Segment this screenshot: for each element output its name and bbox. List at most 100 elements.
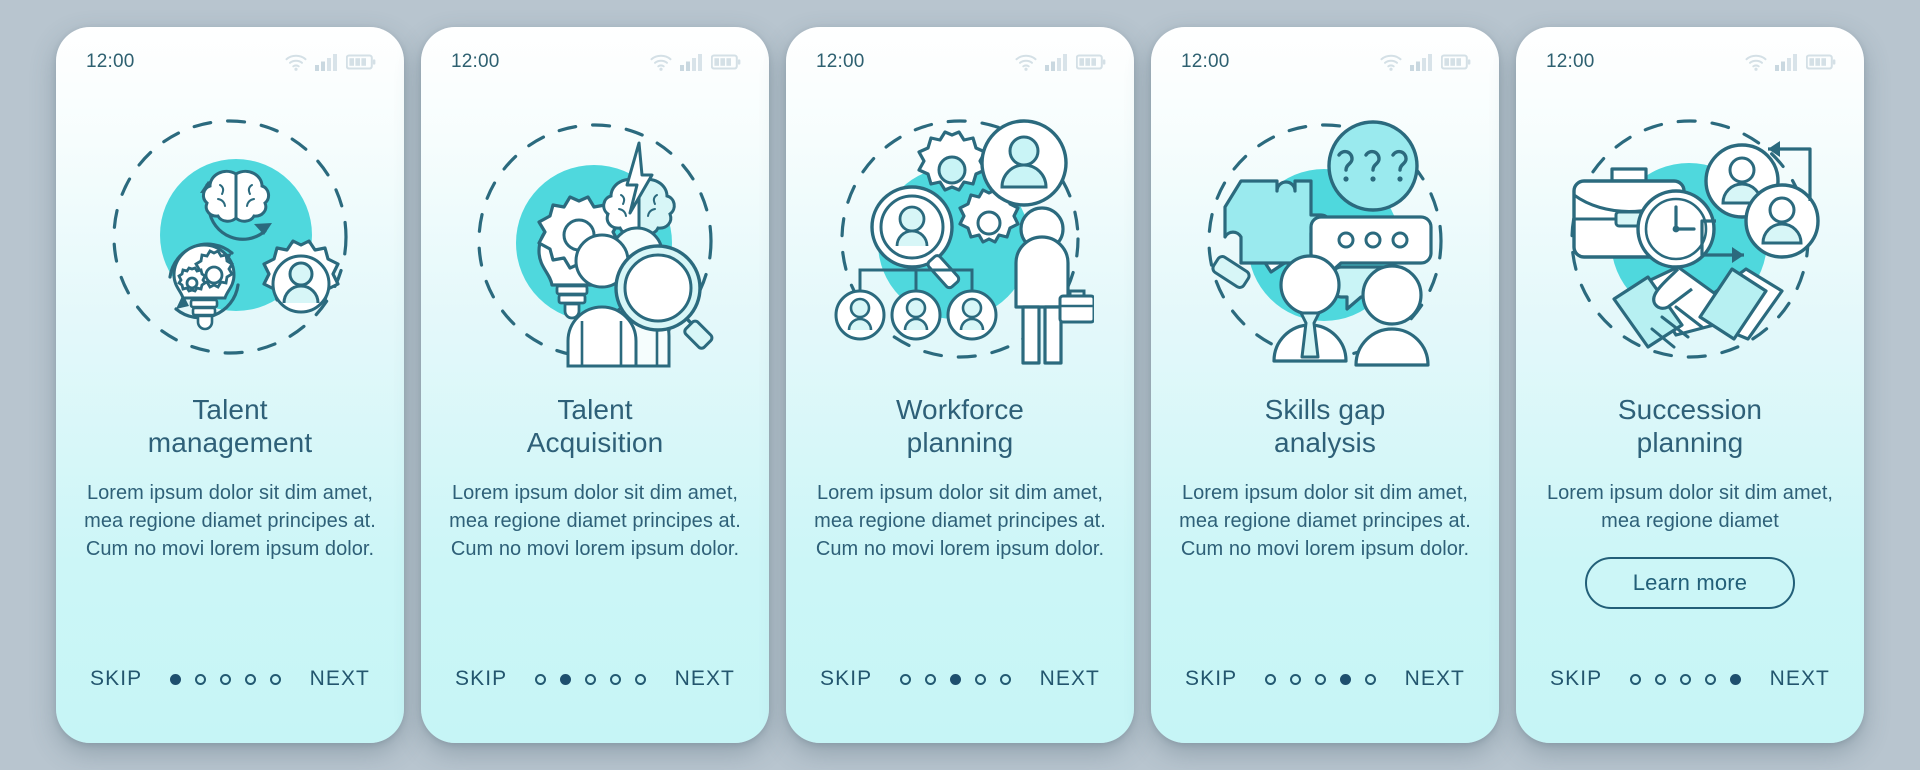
status-bar: 12:00 xyxy=(1151,27,1499,83)
battery-icon xyxy=(346,53,376,71)
page-description: Lorem ipsum dolor sit dim amet, mea regi… xyxy=(449,482,741,560)
bottom-navigation: SKIP NEXT xyxy=(1516,631,1864,743)
pagination-dot-3[interactable] xyxy=(585,673,597,685)
cellular-signal-icon xyxy=(315,53,339,71)
pagination-dot-5[interactable] xyxy=(1000,673,1012,685)
illustration-skills-gap-analysis xyxy=(1151,83,1499,387)
learn-more-button[interactable]: Learn more xyxy=(1584,557,1796,609)
screen-content: Talent management Lorem ipsum dolor sit … xyxy=(56,387,404,631)
bottom-navigation: SKIP NEXT xyxy=(1151,631,1499,743)
status-bar: 12:00 xyxy=(421,27,769,83)
status-time: 12:00 xyxy=(1181,51,1230,72)
onboarding-screen-workforce-planning: 12:00 Workforce planning Lorem ipsum dol… xyxy=(786,27,1134,743)
pagination-dot-2[interactable] xyxy=(925,673,937,685)
status-bar: 12:00 xyxy=(786,27,1134,83)
status-time: 12:00 xyxy=(451,51,500,72)
onboarding-screen-skills-gap-analysis: 12:00 Skills gap analysis Lorem ipsum do… xyxy=(1151,27,1499,743)
bottom-navigation: SKIP NEXT xyxy=(421,631,769,743)
pagination-dots xyxy=(1265,673,1377,685)
page-description: Lorem ipsum dolor sit dim amet, mea regi… xyxy=(84,482,376,560)
pagination-dot-3[interactable] xyxy=(950,673,962,685)
skip-button[interactable]: SKIP xyxy=(820,667,872,691)
onboarding-screen-succession-planning: 12:00 Succession planning Lorem ipsum do… xyxy=(1516,27,1864,743)
pagination-dot-2[interactable] xyxy=(560,673,572,685)
bottom-navigation: SKIP NEXT xyxy=(56,631,404,743)
pagination-dot-1[interactable] xyxy=(535,673,547,685)
pagination-dot-5[interactable] xyxy=(1365,673,1377,685)
status-bar: 12:00 xyxy=(1516,27,1864,83)
cellular-signal-icon xyxy=(680,53,704,71)
pagination-dot-1[interactable] xyxy=(1630,673,1642,685)
wifi-icon xyxy=(649,53,673,71)
next-button[interactable]: NEXT xyxy=(1405,667,1465,691)
page-description: Lorem ipsum dolor sit dim amet, mea regi… xyxy=(1179,482,1471,560)
wifi-icon xyxy=(1014,53,1038,71)
pagination-dot-4[interactable] xyxy=(1705,673,1717,685)
pagination-dots xyxy=(170,673,282,685)
cellular-signal-icon xyxy=(1775,53,1799,71)
pagination-dot-2[interactable] xyxy=(1290,673,1302,685)
page-title: Talent Acquisition xyxy=(526,394,664,458)
wifi-icon xyxy=(1379,53,1403,71)
battery-icon xyxy=(711,53,741,71)
skip-button[interactable]: SKIP xyxy=(455,667,507,691)
pagination-dot-1[interactable] xyxy=(1265,673,1277,685)
onboarding-screens-row: 12:00 Talent management Lorem ipsum dolo… xyxy=(0,0,1920,770)
status-icons xyxy=(649,53,741,71)
pagination-dots xyxy=(900,673,1012,685)
screen-content: Workforce planning Lorem ipsum dolor sit… xyxy=(786,387,1134,631)
next-button[interactable]: NEXT xyxy=(675,667,735,691)
pagination-dot-4[interactable] xyxy=(975,673,987,685)
status-time: 12:00 xyxy=(1546,51,1595,72)
page-title: Skills gap analysis xyxy=(1264,394,1386,458)
next-button[interactable]: NEXT xyxy=(310,667,370,691)
pagination-dot-4[interactable] xyxy=(1340,673,1352,685)
screen-content: Talent Acquisition Lorem ipsum dolor sit… xyxy=(421,387,769,631)
status-icons xyxy=(1379,53,1471,71)
page-description: Lorem ipsum dolor sit dim amet, mea regi… xyxy=(1546,482,1834,532)
illustration-succession-planning xyxy=(1516,83,1864,387)
status-time: 12:00 xyxy=(86,51,135,72)
pagination-dot-5[interactable] xyxy=(635,673,647,685)
page-description: Lorem ipsum dolor sit dim amet, mea regi… xyxy=(814,482,1106,560)
battery-icon xyxy=(1076,53,1106,71)
pagination-dot-2[interactable] xyxy=(195,673,207,685)
wifi-icon xyxy=(1744,53,1768,71)
cellular-signal-icon xyxy=(1410,53,1434,71)
pagination-dot-3[interactable] xyxy=(220,673,232,685)
pagination-dots xyxy=(1630,673,1742,685)
status-icons xyxy=(1014,53,1106,71)
wifi-icon xyxy=(284,53,308,71)
pagination-dot-5[interactable] xyxy=(1730,673,1742,685)
bottom-navigation: SKIP NEXT xyxy=(786,631,1134,743)
next-button[interactable]: NEXT xyxy=(1040,667,1100,691)
pagination-dot-1[interactable] xyxy=(170,673,182,685)
skip-button[interactable]: SKIP xyxy=(1185,667,1237,691)
skip-button[interactable]: SKIP xyxy=(90,667,142,691)
cellular-signal-icon xyxy=(1045,53,1069,71)
pagination-dot-3[interactable] xyxy=(1680,673,1692,685)
pagination-dot-4[interactable] xyxy=(610,673,622,685)
pagination-dot-5[interactable] xyxy=(270,673,282,685)
pagination-dot-2[interactable] xyxy=(1655,673,1667,685)
pagination-dot-4[interactable] xyxy=(245,673,257,685)
illustration-workforce-planning xyxy=(786,83,1134,387)
battery-icon xyxy=(1806,53,1836,71)
illustration-talent-management xyxy=(56,83,404,387)
pagination-dot-1[interactable] xyxy=(900,673,912,685)
status-icons xyxy=(284,53,376,71)
page-title: Succession planning xyxy=(1617,394,1763,458)
status-time: 12:00 xyxy=(816,51,865,72)
page-title: Talent management xyxy=(147,394,313,458)
pagination-dot-3[interactable] xyxy=(1315,673,1327,685)
next-button[interactable]: NEXT xyxy=(1770,667,1830,691)
onboarding-screen-talent-acquisition: 12:00 Talent Acquisition Lorem ipsum dol… xyxy=(421,27,769,743)
battery-icon xyxy=(1441,53,1471,71)
page-title: Workforce planning xyxy=(896,394,1024,458)
onboarding-screen-talent-management: 12:00 Talent management Lorem ipsum dolo… xyxy=(56,27,404,743)
status-icons xyxy=(1744,53,1836,71)
pagination-dots xyxy=(535,673,647,685)
screen-content: Succession planning Lorem ipsum dolor si… xyxy=(1516,387,1864,631)
illustration-talent-acquisition xyxy=(421,83,769,387)
skip-button[interactable]: SKIP xyxy=(1550,667,1602,691)
